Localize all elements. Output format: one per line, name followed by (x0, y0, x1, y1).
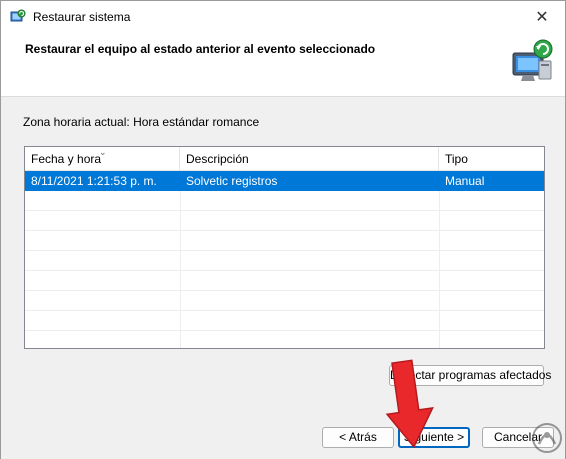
system-restore-icon (10, 9, 26, 22)
table-row[interactable]: 8/11/2021 1:21:53 p. m. Solvetic registr… (25, 171, 544, 191)
cell-type: Manual (445, 174, 485, 188)
restore-points-table[interactable]: ⌄ Fecha y hora Descripción Tipo 8/11/202… (24, 146, 545, 349)
arrow-pointer-icon (385, 359, 434, 449)
table-header: ⌄ Fecha y hora Descripción Tipo (25, 147, 544, 171)
title-bar: Restaurar sistema ✕ (1, 1, 565, 33)
empty-row (25, 291, 544, 311)
close-icon: ✕ (535, 9, 549, 26)
empty-row (25, 251, 544, 271)
close-button[interactable]: ✕ (519, 1, 565, 33)
wizard-header: Restaurar el equipo al estado anterior a… (1, 33, 565, 97)
window-title: Restaurar sistema (33, 10, 131, 24)
empty-row (25, 191, 544, 211)
empty-row (25, 231, 544, 251)
page-title: Restaurar el equipo al estado anterior a… (25, 42, 376, 56)
computer-restore-icon (512, 39, 553, 81)
cell-description: Solvetic registros (186, 174, 278, 188)
column-header-description[interactable]: Descripción (180, 147, 439, 171)
empty-row (25, 211, 544, 231)
wizard-footer (1, 413, 565, 459)
system-restore-window: Restaurar sistema ✕ Restaurar el equipo … (0, 0, 566, 459)
column-header-type[interactable]: Tipo (439, 147, 544, 171)
empty-row (25, 311, 544, 331)
timezone-label: Zona horaria actual: Hora estándar roman… (23, 115, 260, 129)
column-header-date[interactable]: ⌄ Fecha y hora (25, 147, 180, 171)
watermark-logo-icon (532, 423, 562, 453)
sort-chevron-icon: ⌄ (99, 147, 107, 157)
empty-row (25, 271, 544, 291)
cell-date: 8/11/2021 1:21:53 p. m. (31, 174, 157, 188)
